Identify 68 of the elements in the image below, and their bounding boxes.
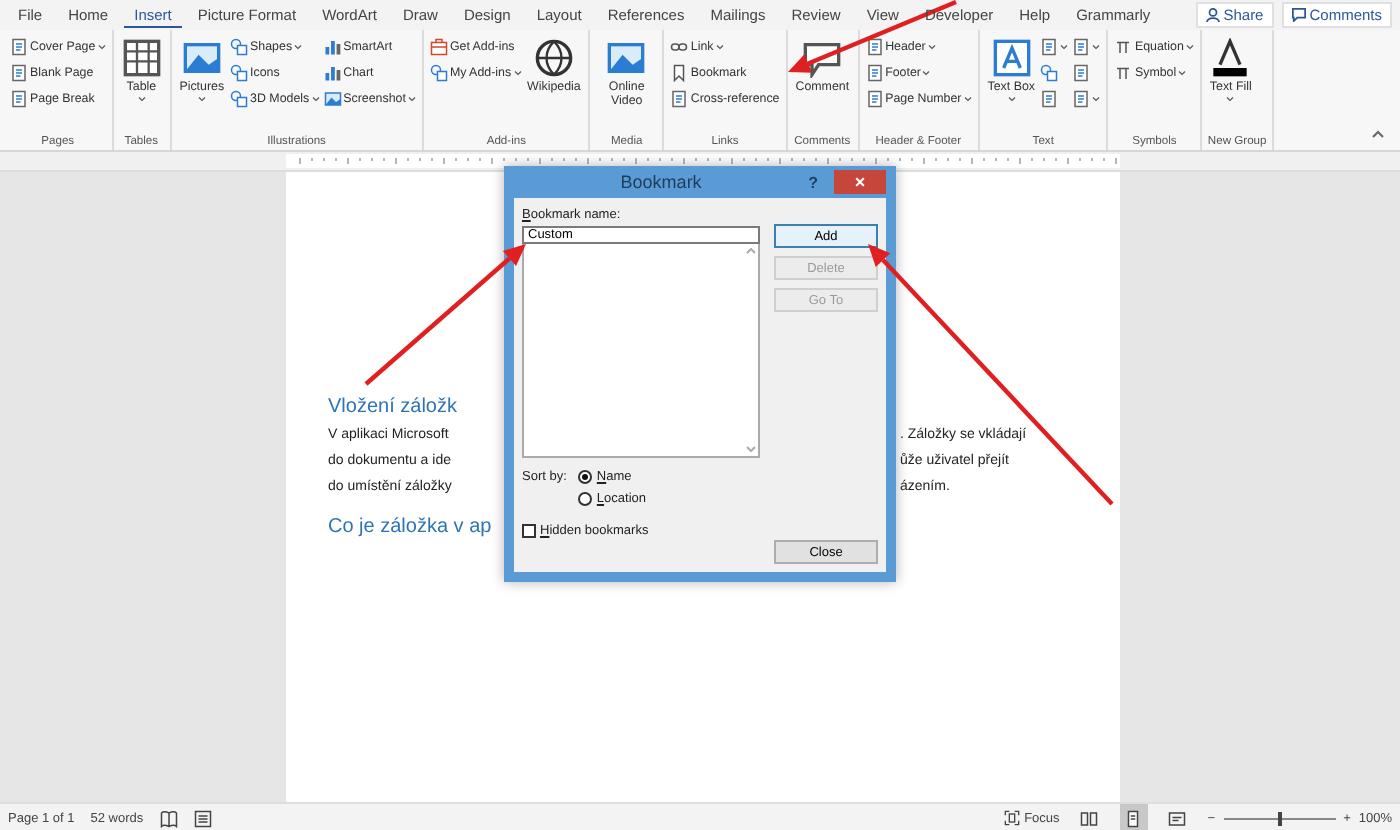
slider-thumb[interactable] — [1277, 811, 1282, 825]
bookmark-icon — [670, 64, 689, 82]
page-icon — [1040, 90, 1059, 108]
read-mode-icon — [1080, 809, 1099, 827]
caret-icon — [294, 44, 303, 50]
speech-bubble-icon — [1291, 8, 1306, 22]
web-layout-icon — [1168, 809, 1187, 827]
globe-icon — [533, 38, 574, 78]
caret-icon — [927, 44, 936, 50]
page-icon — [865, 90, 884, 108]
caret-icon — [922, 70, 931, 76]
dialog-title: Bookmark — [618, 172, 704, 192]
ribbon-button[interactable] — [1072, 38, 1101, 56]
page-icon — [1072, 64, 1091, 82]
table-icon — [121, 38, 162, 78]
page-icon — [670, 90, 689, 108]
caret-icon — [97, 44, 106, 50]
page-icon — [865, 38, 884, 56]
symbol-icon — [1114, 38, 1133, 56]
caret-icon — [1185, 44, 1194, 50]
caret-icon — [137, 96, 146, 103]
focus-icon — [1004, 810, 1021, 826]
caret-icon — [1060, 44, 1069, 50]
shapes-icon — [230, 64, 249, 82]
caret-icon — [407, 96, 416, 102]
person-icon — [1205, 8, 1220, 22]
page-icon — [1040, 38, 1059, 56]
view-button[interactable] — [1119, 804, 1148, 830]
macro-icon[interactable] — [193, 809, 212, 827]
close-button[interactable]: × — [834, 170, 886, 194]
picture-icon — [323, 90, 342, 108]
page-icon — [1072, 38, 1091, 56]
page-icon — [10, 64, 28, 82]
caret-icon — [1092, 96, 1101, 102]
page-icon — [1072, 90, 1091, 108]
ribbon-button[interactable] — [1040, 38, 1069, 56]
help-button[interactable]: ? — [808, 173, 818, 191]
shapes-icon — [429, 64, 448, 82]
document-heading: Vložení záložk — [328, 394, 459, 422]
shapes-icon — [1040, 64, 1059, 82]
caret-icon — [963, 96, 972, 102]
text-box-icon — [991, 38, 1032, 78]
symbol-icon — [1114, 64, 1133, 82]
page-icon — [865, 64, 884, 82]
shapes-icon — [230, 90, 249, 108]
collapse-icon[interactable] — [1372, 130, 1384, 138]
document-heading: Co je záložka v ap — [328, 514, 494, 542]
book-icon[interactable] — [159, 809, 178, 827]
caret-icon — [1178, 70, 1187, 76]
scroll-down-icon — [745, 446, 755, 452]
caret-icon — [1092, 44, 1101, 50]
caret-icon — [311, 96, 320, 102]
picture-icon — [181, 38, 222, 78]
page-icon — [10, 38, 28, 56]
caret-icon — [197, 96, 206, 103]
caret-icon — [1007, 96, 1016, 103]
print-layout-icon — [1124, 809, 1143, 827]
shapes-icon — [230, 38, 249, 56]
caret-icon — [1226, 96, 1235, 103]
caret-icon — [715, 44, 724, 50]
text-fill-icon — [1210, 38, 1251, 78]
picture-icon — [606, 38, 647, 78]
scroll-up-icon — [745, 248, 755, 254]
ribbon-button[interactable] — [1072, 90, 1101, 108]
page-icon — [10, 90, 28, 108]
caret-icon — [513, 70, 522, 76]
store-icon — [429, 38, 448, 56]
link-icon — [670, 38, 689, 56]
